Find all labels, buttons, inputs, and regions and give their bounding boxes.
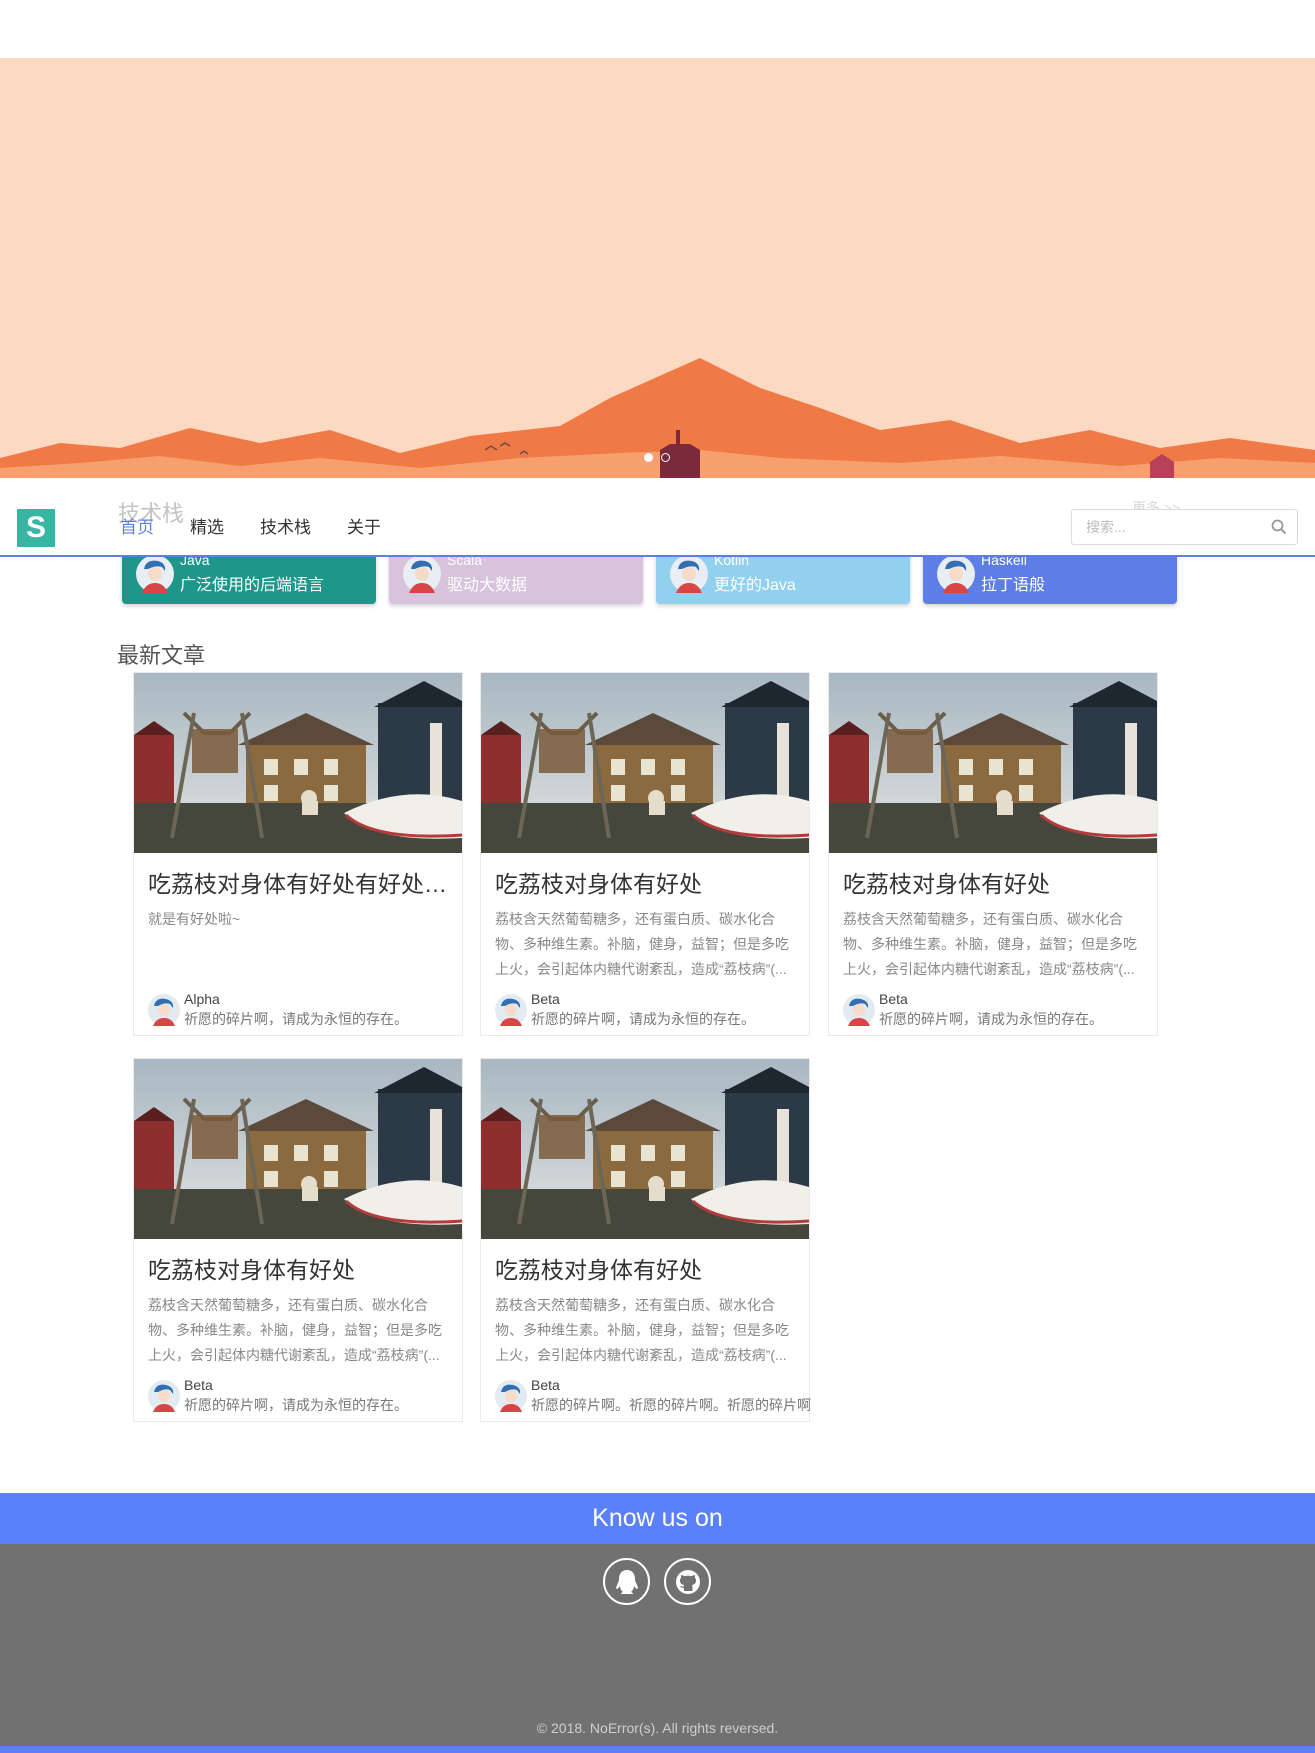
author-bio: 祈愿的碎片啊，请成为永恒的存在。	[184, 1397, 408, 1413]
article-title[interactable]: 吃荔枝对身体有好处	[843, 865, 1143, 899]
author-bio: 祈愿的碎片啊，请成为永恒的存在。	[184, 1011, 408, 1027]
article-title[interactable]: 吃荔枝对身体有好处	[495, 865, 795, 899]
article-author-meta: Beta 祈愿的碎片啊，请成为永恒的存在。	[843, 991, 1153, 1027]
author-bio: 祈愿的碎片啊。祈愿的碎片啊。祈愿的碎片啊	[531, 1397, 811, 1413]
carousel-indicators	[644, 453, 670, 462]
copyright-text: © 2018. NoError(s). All rights reversed.	[536, 1720, 779, 1736]
author-name[interactable]: Beta	[879, 991, 908, 1007]
article-author-meta: Beta 祈愿的碎片啊，请成为永恒的存在。	[495, 991, 805, 1027]
brand-logo[interactable]: S	[17, 509, 55, 547]
article-author-meta: Beta 祈愿的碎片啊，请成为永恒的存在。	[148, 1377, 458, 1413]
top-navbar: 技术栈 更多 >> S 首页 精选 技术栈 关于	[0, 478, 1315, 557]
article-thumbnail	[481, 673, 809, 853]
article-thumbnail	[829, 673, 1157, 853]
search-box	[1071, 509, 1298, 545]
tech-chip-desc: 广泛使用的后端语言	[180, 577, 325, 594]
article-card[interactable]: 吃荔枝对身体有好处荔枝含天然葡萄糖多，还有蛋白质、碳水化合物、多种维生素。补脑，…	[133, 1058, 463, 1422]
article-title[interactable]: 吃荔枝对身体有好处	[148, 1251, 448, 1285]
avatar-icon	[403, 555, 441, 593]
author-bio: 祈愿的碎片啊，请成为永恒的存在。	[531, 1011, 755, 1027]
author-name[interactable]: Beta	[184, 1377, 213, 1393]
latest-articles-heading: 最新文章	[117, 643, 206, 668]
hero-mountain-illustration	[0, 58, 1315, 478]
social-links	[603, 1558, 711, 1605]
article-excerpt: 荔枝含天然葡萄糖多，还有蛋白质、碳水化合物、多种维生素。补脑，健身，益智；但是多…	[495, 1297, 789, 1363]
qq-icon	[615, 1569, 638, 1594]
carousel-dot-1[interactable]	[644, 453, 653, 462]
article-card[interactable]: 吃荔枝对身体有好处荔枝含天然葡萄糖多，还有蛋白质、碳水化合物、多种维生素。补脑，…	[480, 1058, 811, 1422]
nav-item-home[interactable]: 首页	[120, 518, 154, 538]
search-input[interactable]	[1072, 510, 1252, 544]
author-avatar-icon	[148, 1380, 180, 1412]
avatar-icon	[670, 555, 708, 593]
article-excerpt: 荔枝含天然葡萄糖多，还有蛋白质、碳水化合物、多种维生素。补脑，健身，益智；但是多…	[843, 911, 1137, 977]
article-card[interactable]: 吃荔枝对身体有好处有好处有好处就是有好处啦~ Alpha 祈愿的碎片啊，请成为永恒…	[133, 672, 463, 1036]
carousel-dot-2[interactable]	[661, 453, 670, 462]
article-thumbnail	[481, 1059, 809, 1239]
nav-item-featured[interactable]: 精选	[190, 518, 224, 538]
article-card[interactable]: 吃荔枝对身体有好处荔枝含天然葡萄糖多，还有蛋白质、碳水化合物、多种维生素。补脑，…	[480, 672, 810, 1036]
author-name[interactable]: Beta	[531, 1377, 560, 1393]
article-author-meta: Alpha 祈愿的碎片啊，请成为永恒的存在。	[148, 991, 458, 1027]
qq-link[interactable]	[603, 1558, 650, 1605]
tech-chip-desc: 拉丁语般	[981, 577, 1046, 594]
avatar-icon	[937, 555, 975, 593]
github-icon	[675, 1569, 700, 1594]
footer-heading: Know us on	[0, 1493, 1315, 1544]
author-name[interactable]: Alpha	[184, 991, 220, 1007]
article-card[interactable]: 吃荔枝对身体有好处荔枝含天然葡萄糖多，还有蛋白质、碳水化合物、多种维生素。补脑，…	[828, 672, 1158, 1036]
author-avatar-icon	[495, 994, 527, 1026]
nav-item-about[interactable]: 关于	[347, 518, 381, 538]
hero-banner	[0, 58, 1315, 478]
tech-chip-desc: 更好的Java	[714, 577, 796, 594]
bottom-accent-bar	[0, 1746, 1315, 1753]
author-avatar-icon	[148, 994, 180, 1026]
article-excerpt: 就是有好处啦~	[148, 911, 241, 927]
avatar-icon	[136, 555, 174, 593]
article-title[interactable]: 吃荔枝对身体有好处有好处有好处	[148, 865, 448, 899]
nav-item-tech-stack[interactable]: 技术栈	[260, 518, 311, 538]
article-author-meta: Beta 祈愿的碎片啊。祈愿的碎片啊。祈愿的碎片啊	[495, 1377, 811, 1413]
article-excerpt: 荔枝含天然葡萄糖多，还有蛋白质、碳水化合物、多种维生素。补脑，健身，益智；但是多…	[495, 911, 789, 977]
author-bio: 祈愿的碎片啊，请成为永恒的存在。	[879, 1011, 1103, 1027]
author-name[interactable]: Beta	[531, 991, 560, 1007]
article-thumbnail	[134, 1059, 462, 1239]
article-title[interactable]: 吃荔枝对身体有好处	[495, 1251, 795, 1285]
tech-chip-desc: 驱动大数据	[447, 577, 528, 594]
author-avatar-icon	[843, 994, 875, 1026]
github-link[interactable]	[664, 1558, 711, 1605]
footer: © 2018. NoError(s). All rights reversed.	[0, 1544, 1315, 1746]
author-avatar-icon	[495, 1380, 527, 1412]
main-nav: 首页 精选 技术栈 关于	[120, 518, 417, 538]
article-excerpt: 荔枝含天然葡萄糖多，还有蛋白质、碳水化合物、多种维生素。补脑，健身，益智；但是多…	[148, 1297, 442, 1363]
article-thumbnail	[134, 673, 462, 853]
search-icon[interactable]	[1271, 519, 1287, 535]
